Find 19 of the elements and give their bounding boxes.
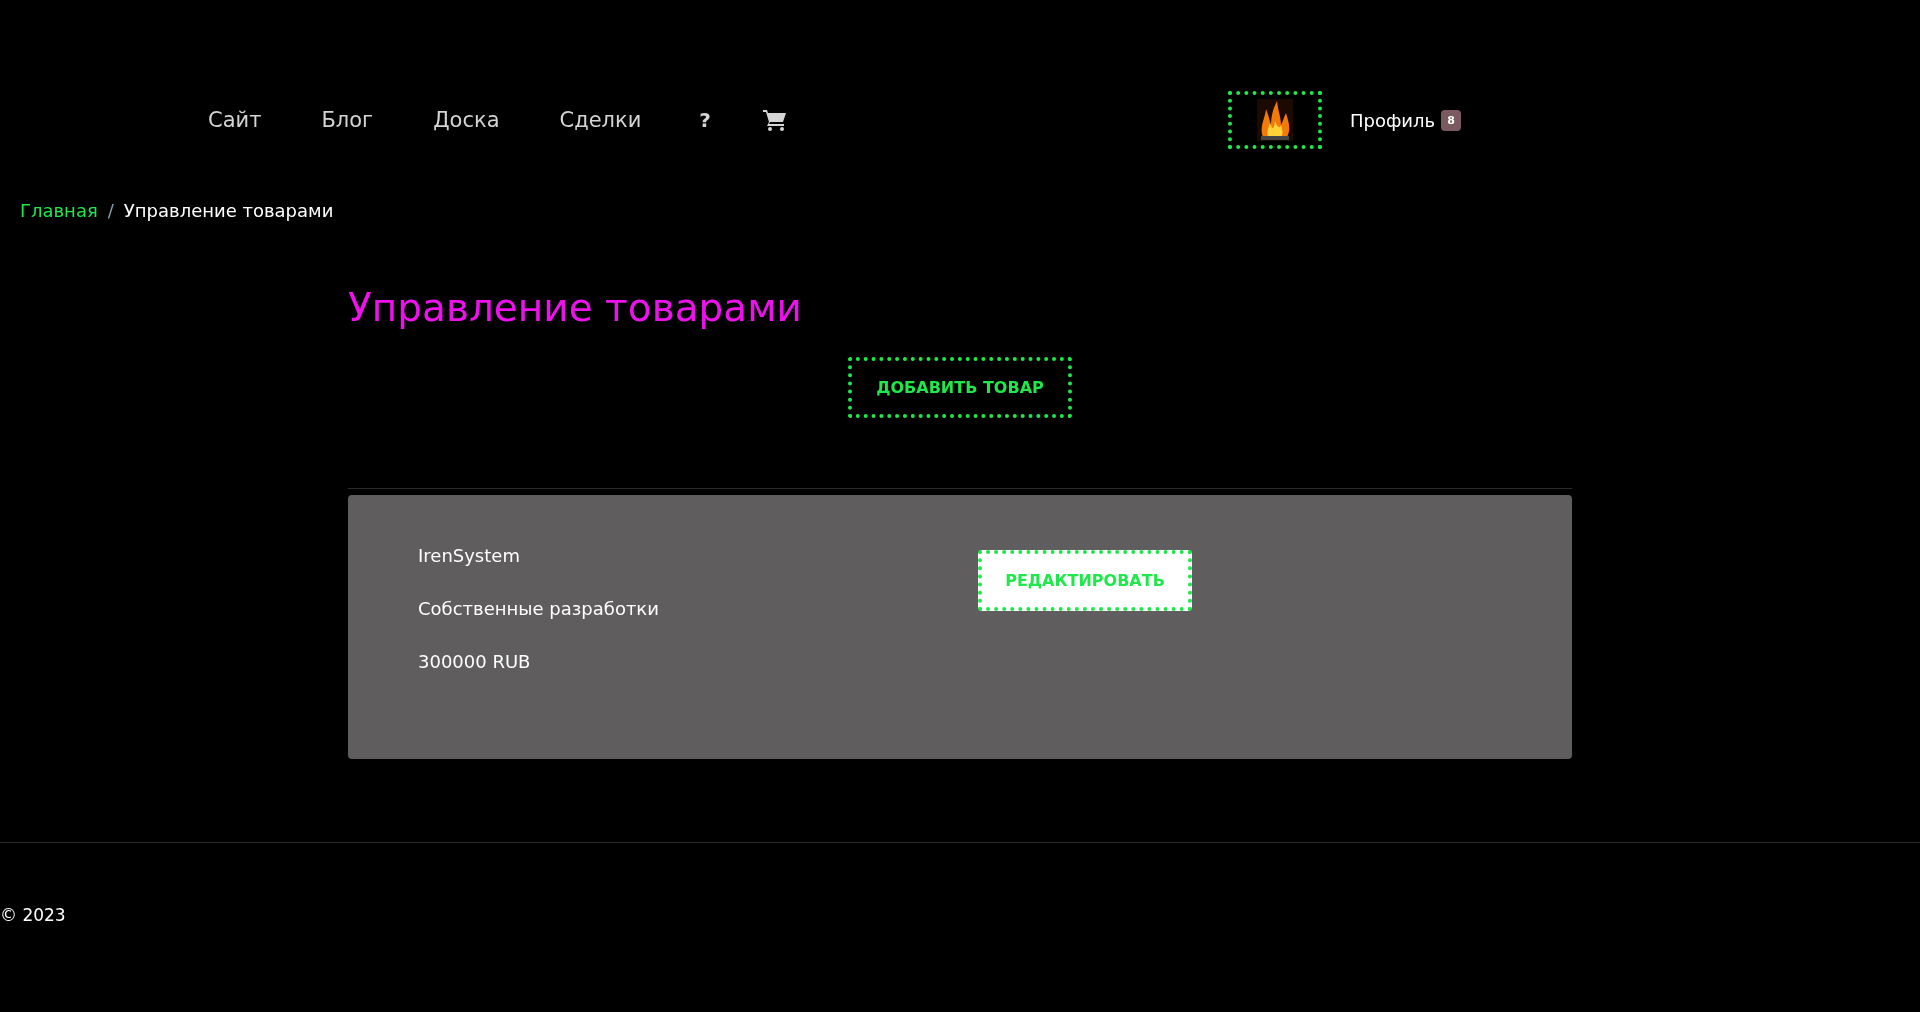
page-title: Управление товарами bbox=[348, 285, 803, 332]
product-name: IrenSystem bbox=[418, 545, 521, 566]
nav-link[interactable]: Сайт bbox=[178, 100, 292, 140]
breadcrumb-current: Управление товарами bbox=[123, 199, 334, 221]
logo-link[interactable] bbox=[1228, 91, 1322, 149]
add-product-button[interactable]: ДОБАВИТЬ ТОВАР bbox=[848, 357, 1072, 418]
copyright-text: © 2023 bbox=[0, 905, 66, 925]
flame-icon bbox=[1257, 99, 1293, 141]
notification-count: 8 bbox=[1441, 109, 1461, 131]
breadcrumb-separator: / bbox=[107, 199, 114, 221]
nav-link[interactable]: Доска bbox=[403, 100, 530, 140]
nav-link[interactable]: Сделки bbox=[529, 100, 672, 140]
product-category: Собственные разработки bbox=[418, 598, 660, 619]
help-link[interactable]: ? bbox=[671, 100, 739, 140]
cart-icon bbox=[762, 109, 787, 131]
breadcrumb-link[interactable]: Главная bbox=[20, 199, 98, 221]
profile-link[interactable]: Профиль bbox=[1350, 109, 1436, 131]
product-price: 300000 RUB bbox=[418, 651, 532, 672]
nav-link[interactable]: Блог bbox=[291, 100, 404, 140]
